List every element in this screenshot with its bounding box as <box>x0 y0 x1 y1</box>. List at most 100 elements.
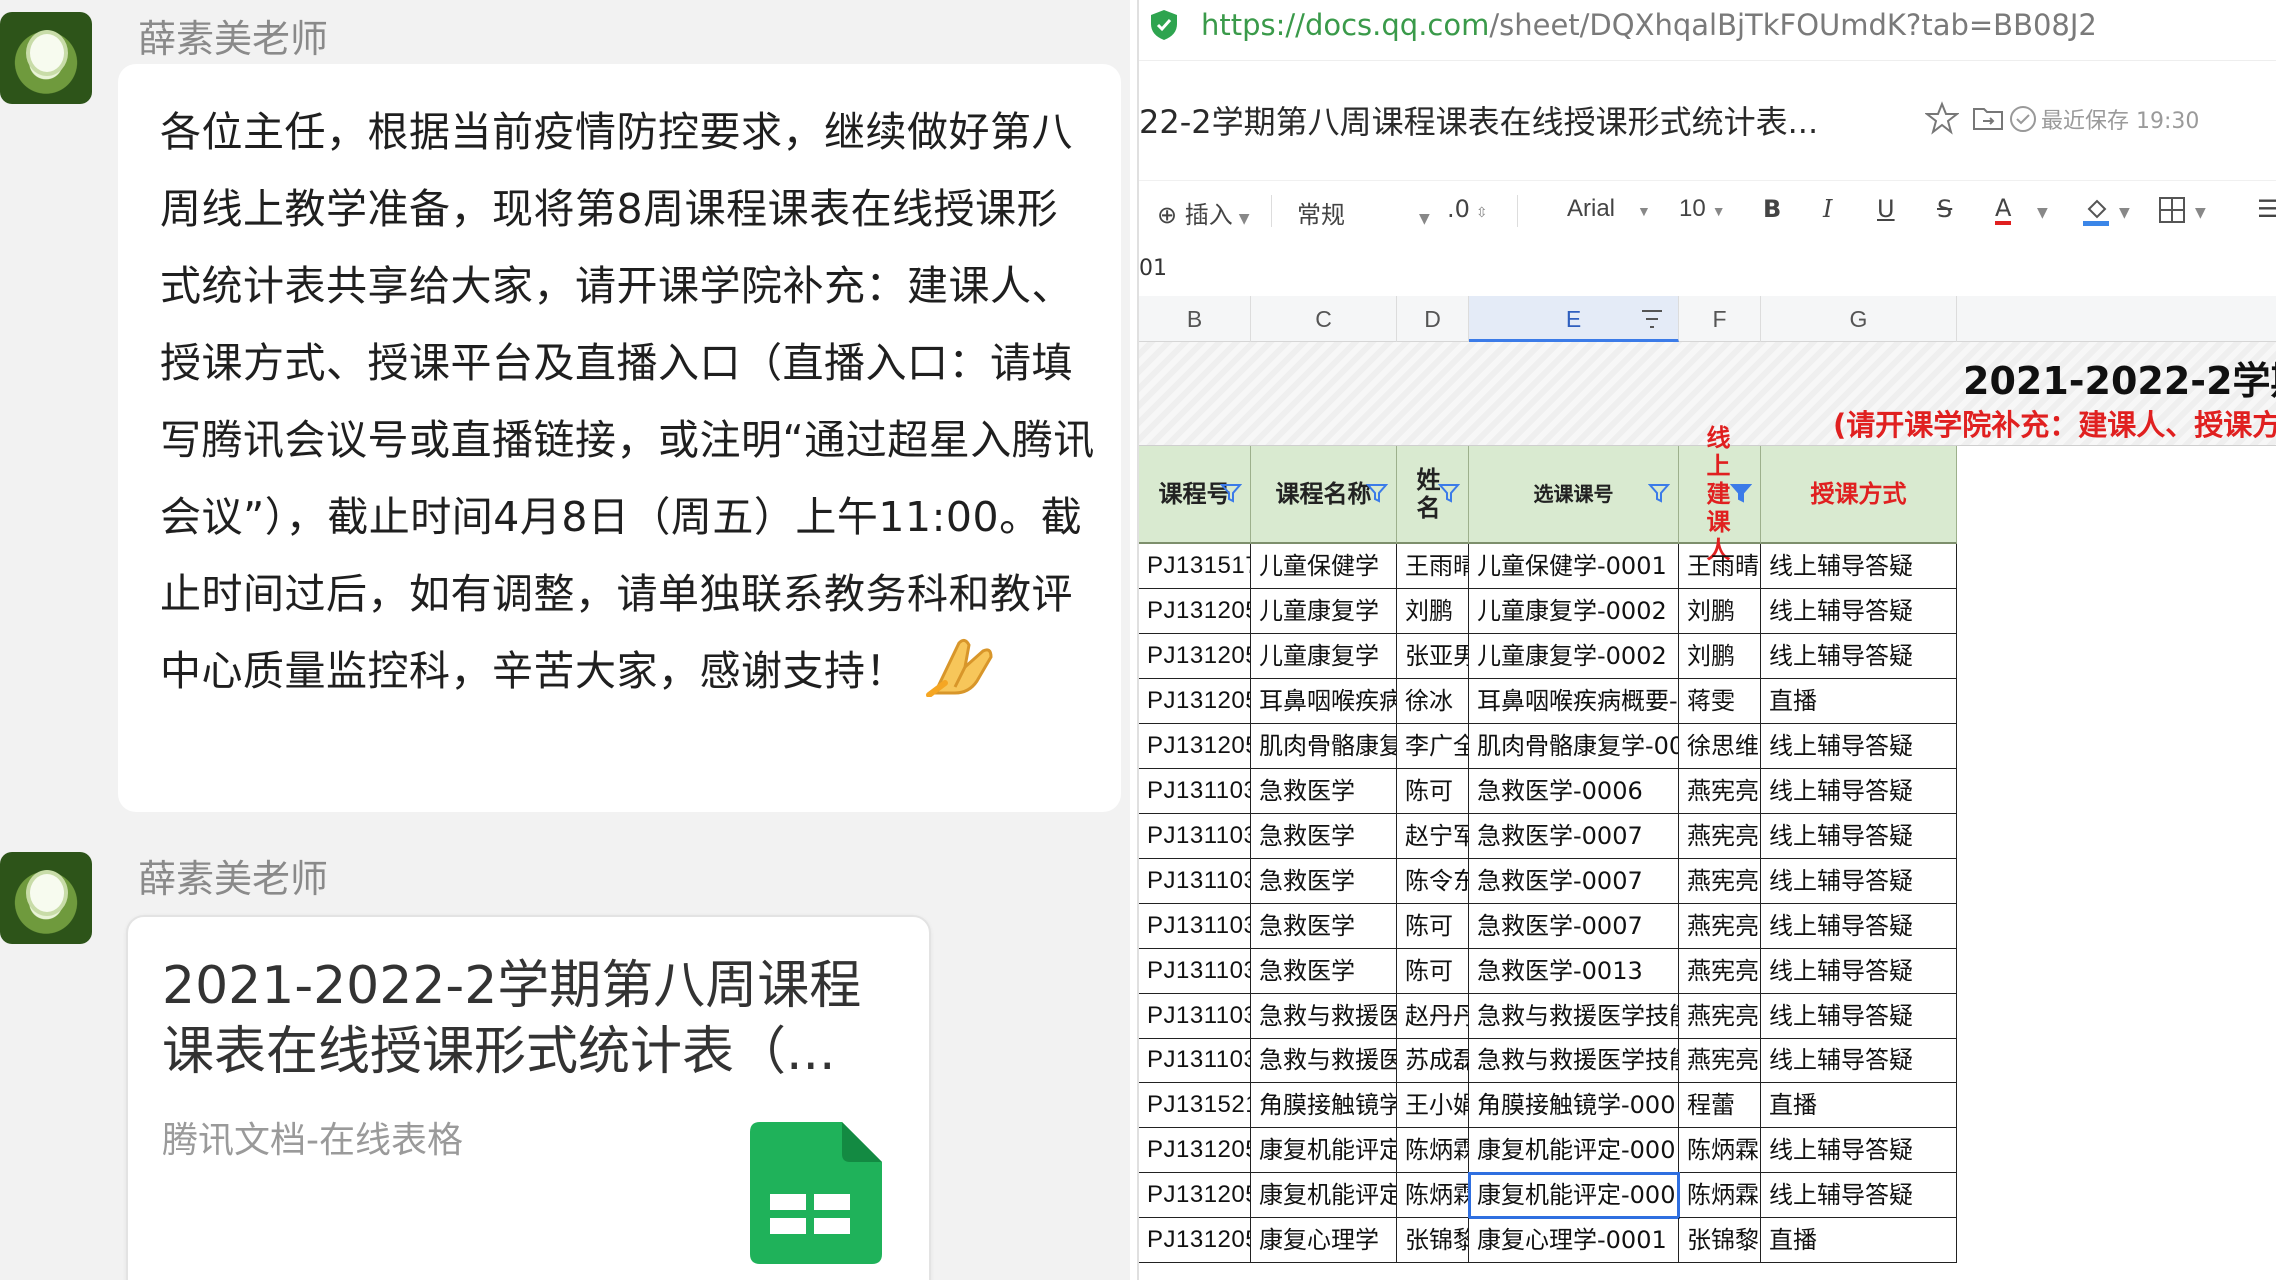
cell-class-code[interactable]: 康复机能评定-0001 <box>1468 1172 1680 1219</box>
cell-course-code[interactable]: PJ13120501 <box>1139 634 1251 679</box>
cell-online-creator[interactable]: 王雨晴 <box>1679 544 1761 589</box>
header-teacher-name[interactable]: 姓名 <box>1397 446 1469 544</box>
cell-teaching-mode[interactable]: 线上辅导答疑 <box>1761 634 1957 679</box>
cell-teacher[interactable]: 苏成磊 <box>1397 1038 1469 1083</box>
header-course-name[interactable]: 课程名称 <box>1251 446 1397 544</box>
cell-teacher[interactable]: 赵宁军 <box>1397 814 1469 859</box>
cell-course-name[interactable]: 急救医学 <box>1251 814 1397 859</box>
insert-button[interactable]: ⊕ 插入 ▼ <box>1157 195 1250 230</box>
cell-teacher[interactable]: 张锦黎 <box>1397 1218 1469 1263</box>
cell-course-name[interactable]: 康复机能评定 <box>1251 1128 1397 1173</box>
cell-course-code[interactable]: PJ13120508 <box>1139 1218 1251 1263</box>
cell-course-code[interactable]: PJ13110305 <box>1139 994 1251 1039</box>
cell-course-code[interactable]: PJ13110301 <box>1139 859 1251 904</box>
filter-icon[interactable] <box>1648 482 1670 504</box>
cell-course-name[interactable]: 急救医学 <box>1251 949 1397 994</box>
cell-course-name[interactable]: 康复机能评定 <box>1251 1173 1397 1218</box>
cell-class-code[interactable]: 儿童康复学-0002 <box>1469 589 1679 634</box>
cell-class-code[interactable]: 角膜接触镜学-0001 <box>1469 1083 1679 1128</box>
cell-teaching-mode[interactable]: 线上辅导答疑 <box>1761 1128 1957 1173</box>
cell-teaching-mode[interactable]: 线上辅导答疑 <box>1761 1173 1957 1218</box>
cell-teaching-mode[interactable]: 直播 <box>1761 679 1957 724</box>
borders-icon[interactable] <box>2157 195 2187 225</box>
cell-teacher[interactable]: 陈可 <box>1397 904 1469 949</box>
fill-color-icon[interactable] <box>2081 195 2111 227</box>
fill-color-dropdown-icon[interactable]: ▼ <box>2119 205 2130 221</box>
shared-doc-card[interactable]: 2021-2022-2学期第八周课程课表在线授课形式统计表（... 腾讯文档-在… <box>126 915 931 1280</box>
cell-course-name[interactable]: 急救医学 <box>1251 859 1397 904</box>
sheet-main-title[interactable]: 2021-2022-2学期第 <box>1963 350 2276 405</box>
cell-teacher[interactable]: 徐冰 <box>1397 679 1469 724</box>
cell-reference[interactable]: 01 <box>1139 256 1167 281</box>
bold-icon[interactable]: B <box>1763 195 1781 223</box>
cell-online-creator[interactable]: 刘鹏 <box>1679 589 1761 634</box>
cell-teaching-mode[interactable]: 线上辅导答疑 <box>1761 949 1957 994</box>
cell-class-code[interactable]: 肌肉骨骼康复学-0002 <box>1469 724 1679 769</box>
filter-active-icon[interactable] <box>1730 482 1752 504</box>
font-family-select[interactable]: Arial ▼ <box>1567 195 1651 223</box>
italic-icon[interactable]: I <box>1823 195 1832 223</box>
decimal-stepper[interactable]: .0 ⇳ <box>1447 195 1488 223</box>
cell-teaching-mode[interactable]: 线上辅导答疑 <box>1761 814 1957 859</box>
cell-teaching-mode[interactable]: 直播 <box>1761 1218 1957 1263</box>
cell-course-name[interactable]: 康复心理学 <box>1251 1218 1397 1263</box>
cell-teaching-mode[interactable]: 直播 <box>1761 1083 1957 1128</box>
column-header-d[interactable]: D <box>1397 296 1469 342</box>
cell-course-name[interactable]: 耳鼻咽喉疾病概要 <box>1251 679 1397 724</box>
cell-online-creator[interactable]: 燕宪亮，赵 <box>1679 1038 1761 1083</box>
cell-teaching-mode[interactable]: 线上辅导答疑 <box>1761 904 1957 949</box>
cell-course-code[interactable]: PJ13152113 <box>1139 1083 1251 1128</box>
font-color-icon[interactable]: A <box>1995 195 2012 225</box>
cell-online-creator[interactable]: 刘鹏 <box>1679 634 1761 679</box>
filter-icon[interactable] <box>1438 482 1460 504</box>
cell-teacher[interactable]: 陈令东 <box>1397 859 1469 904</box>
column-header-e[interactable]: E <box>1469 296 1679 342</box>
cell-class-code[interactable]: 急救医学-0006 <box>1469 769 1679 814</box>
strikethrough-icon[interactable]: S <box>1937 195 1952 223</box>
cell-teacher[interactable]: 陈炳霖 <box>1397 1173 1469 1218</box>
sender-avatar[interactable] <box>0 12 92 104</box>
cell-online-creator[interactable]: 燕宪亮，赵 <box>1679 949 1761 994</box>
cell-course-name[interactable]: 儿童保健学 <box>1251 544 1397 589</box>
doc-title[interactable]: 22-2学期第八周课程课表在线授课形式统计表... <box>1139 97 1818 143</box>
column-header-c[interactable]: C <box>1251 296 1397 342</box>
cell-course-code[interactable]: PJ13120501 <box>1139 589 1251 634</box>
cell-teaching-mode[interactable]: 线上辅导答疑 <box>1761 859 1957 904</box>
underline-icon[interactable]: U <box>1877 195 1895 223</box>
cell-course-code[interactable]: PJ13110301 <box>1139 814 1251 859</box>
cell-class-code[interactable]: 儿童康复学-0002 <box>1469 634 1679 679</box>
font-size-select[interactable]: 10 ▼ <box>1679 195 1726 223</box>
column-header-f[interactable]: F <box>1679 296 1761 342</box>
cell-class-code[interactable]: 康复机能评定-0001 <box>1469 1128 1679 1173</box>
cell-course-code[interactable]: PJ13110303 <box>1139 769 1251 814</box>
column-header-b[interactable]: B <box>1139 296 1251 342</box>
cell-course-code[interactable]: PJ13110303 <box>1139 949 1251 994</box>
cell-class-code[interactable]: 耳鼻咽喉疾病概要-0001 <box>1469 679 1679 724</box>
cell-course-code[interactable]: PJ13120507 <box>1139 1173 1251 1218</box>
cell-course-code[interactable]: PJ13120504 <box>1139 724 1251 769</box>
font-color-dropdown-icon[interactable]: ▼ <box>2037 205 2048 221</box>
cell-online-creator[interactable]: 燕宪亮，赵 <box>1679 904 1761 949</box>
cell-online-creator[interactable]: 徐思维 <box>1679 724 1761 769</box>
cell-online-creator[interactable]: 程蕾 <box>1679 1083 1761 1128</box>
cell-class-code[interactable]: 急救医学-0013 <box>1469 949 1679 994</box>
cell-class-code[interactable]: 儿童保健学-0001 <box>1469 544 1679 589</box>
cell-course-code[interactable]: PJ13120529 <box>1139 679 1251 724</box>
cell-course-code[interactable]: PJ13151707 <box>1139 544 1251 589</box>
cell-online-creator[interactable]: 陈炳霖 <box>1679 1173 1761 1218</box>
cell-course-code[interactable]: PJ13110301 <box>1139 904 1251 949</box>
cell-online-creator[interactable]: 燕宪亮，赵 <box>1679 859 1761 904</box>
number-format-select[interactable]: 常规 ▼ <box>1297 195 1430 230</box>
cell-teacher[interactable]: 刘鹏 <box>1397 589 1469 634</box>
cell-course-name[interactable]: 急救医学 <box>1251 769 1397 814</box>
header-online-creator[interactable]: 线上建课人 <box>1679 424 1761 564</box>
cell-teacher[interactable]: 陈可 <box>1397 769 1469 814</box>
cell-teacher[interactable]: 李广全 <box>1397 724 1469 769</box>
cell-online-creator[interactable]: 蒋雯 <box>1679 679 1761 724</box>
header-course-code[interactable]: 课程号 <box>1139 446 1251 544</box>
cell-course-name[interactable]: 急救与救援医学技 <box>1251 1038 1397 1083</box>
cell-online-creator[interactable]: 陈炳霖 <box>1679 1128 1761 1173</box>
cell-course-name[interactable]: 肌肉骨骼康复学 <box>1251 724 1397 769</box>
cell-course-name[interactable]: 儿童康复学 <box>1251 589 1397 634</box>
cell-teaching-mode[interactable]: 线上辅导答疑 <box>1761 1038 1957 1083</box>
